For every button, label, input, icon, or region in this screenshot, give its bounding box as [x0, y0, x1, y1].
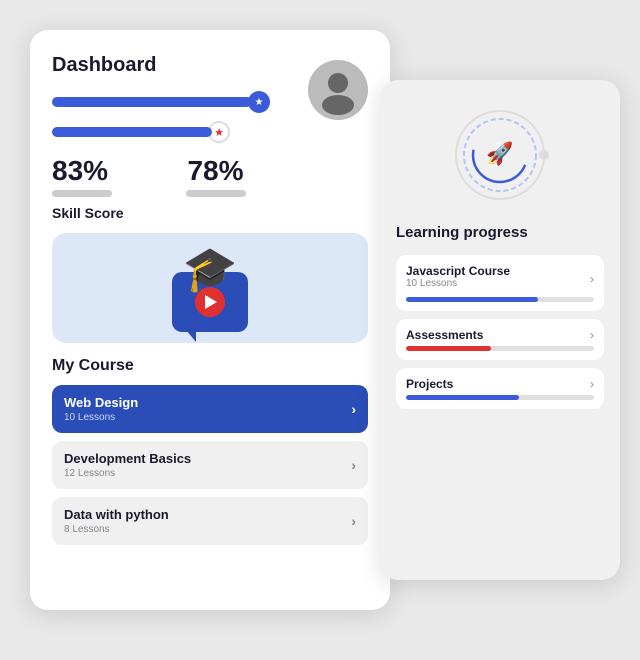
- skill-score-label: Skill Score: [52, 205, 270, 221]
- bar-row-2: ★: [52, 121, 270, 143]
- prog-item-header-1: Assessments ›: [406, 328, 594, 342]
- course-item-1[interactable]: Development Basics 12 Lessons ›: [52, 441, 368, 489]
- right-label-bar: [186, 190, 246, 197]
- prog-item-0[interactable]: Javascript Course 10 Lessons ›: [396, 255, 604, 311]
- prog-chevron-0: ›: [590, 272, 594, 286]
- progress-card: 🚀 Learning progress Javascript Course 10…: [380, 80, 620, 580]
- chevron-icon-0: ›: [351, 401, 356, 417]
- dashboard-title: Dashboard: [52, 54, 270, 77]
- chevron-icon-2: ›: [351, 513, 356, 529]
- course-item-text-1: Development Basics 12 Lessons: [64, 451, 191, 479]
- chevron-icon-1: ›: [351, 457, 356, 473]
- prog-chevron-2: ›: [590, 377, 594, 391]
- left-percent: 83%: [52, 157, 161, 185]
- stat-right: 78%: [161, 157, 270, 197]
- course-item-2[interactable]: Data with python 8 Lessons ›: [52, 497, 368, 545]
- avatar-area: [308, 54, 368, 126]
- prog-item-title-1: Assessments: [406, 328, 483, 342]
- main-card: Dashboard ★ ★: [30, 30, 390, 610]
- course-item-name-1: Development Basics: [64, 451, 191, 466]
- left-label-bar: [52, 190, 112, 197]
- circular-progress-svg: 🚀: [450, 105, 550, 205]
- course-item-0[interactable]: Web Design 10 Lessons ›: [52, 385, 368, 433]
- course-item-name-0: Web Design: [64, 395, 138, 410]
- play-triangle-icon: [205, 295, 217, 309]
- avatar-svg: [313, 65, 363, 115]
- prog-item-title-0: Javascript Course 10 Lessons: [406, 264, 510, 293]
- prog-chevron-1: ›: [590, 328, 594, 342]
- prog-bar-track-0: [406, 297, 594, 302]
- prog-item-header-0: Javascript Course 10 Lessons ›: [406, 264, 594, 293]
- grad-cap-icon: 🎓: [183, 243, 238, 295]
- right-percent: 78%: [161, 157, 270, 185]
- my-course-title: My Course: [52, 357, 368, 375]
- prog-bar-track-2: [406, 395, 594, 400]
- course-item-name-2: Data with python: [64, 507, 169, 522]
- prog-bar-fill-1: [406, 346, 491, 351]
- progress-bars: ★ ★: [52, 91, 270, 143]
- circular-progress-area: 🚀: [396, 100, 604, 210]
- progress-card-title: Learning progress: [396, 224, 604, 241]
- star-icon-2: ★: [214, 126, 224, 139]
- course-item-lessons-2: 8 Lessons: [64, 524, 169, 535]
- avatar: [308, 60, 368, 120]
- stats-row: 83% 78%: [52, 157, 270, 197]
- course-item-text-0: Web Design 10 Lessons: [64, 395, 138, 423]
- course-item-lessons-1: 12 Lessons: [64, 468, 191, 479]
- course-item-text-2: Data with python 8 Lessons: [64, 507, 169, 535]
- bar-track-1: [52, 97, 252, 107]
- bar-track-2: [52, 127, 212, 137]
- prog-item-header-2: Projects ›: [406, 377, 594, 391]
- prog-item-2[interactable]: Projects ›: [396, 368, 604, 409]
- svg-text:🚀: 🚀: [486, 141, 513, 166]
- prog-item-title-2: Projects: [406, 377, 453, 391]
- stat-left: 83%: [52, 157, 161, 197]
- star-icon-1: ★: [255, 97, 264, 108]
- prog-bar-fill-2: [406, 395, 519, 400]
- prog-bar-fill-0: [406, 297, 538, 302]
- bar-row-1: ★: [52, 91, 270, 113]
- prog-item-1[interactable]: Assessments ›: [396, 319, 604, 360]
- course-banner: 🎓: [52, 233, 368, 343]
- scene: Dashboard ★ ★: [20, 20, 620, 640]
- prog-bar-track-1: [406, 346, 594, 351]
- course-item-lessons-0: 10 Lessons: [64, 412, 138, 423]
